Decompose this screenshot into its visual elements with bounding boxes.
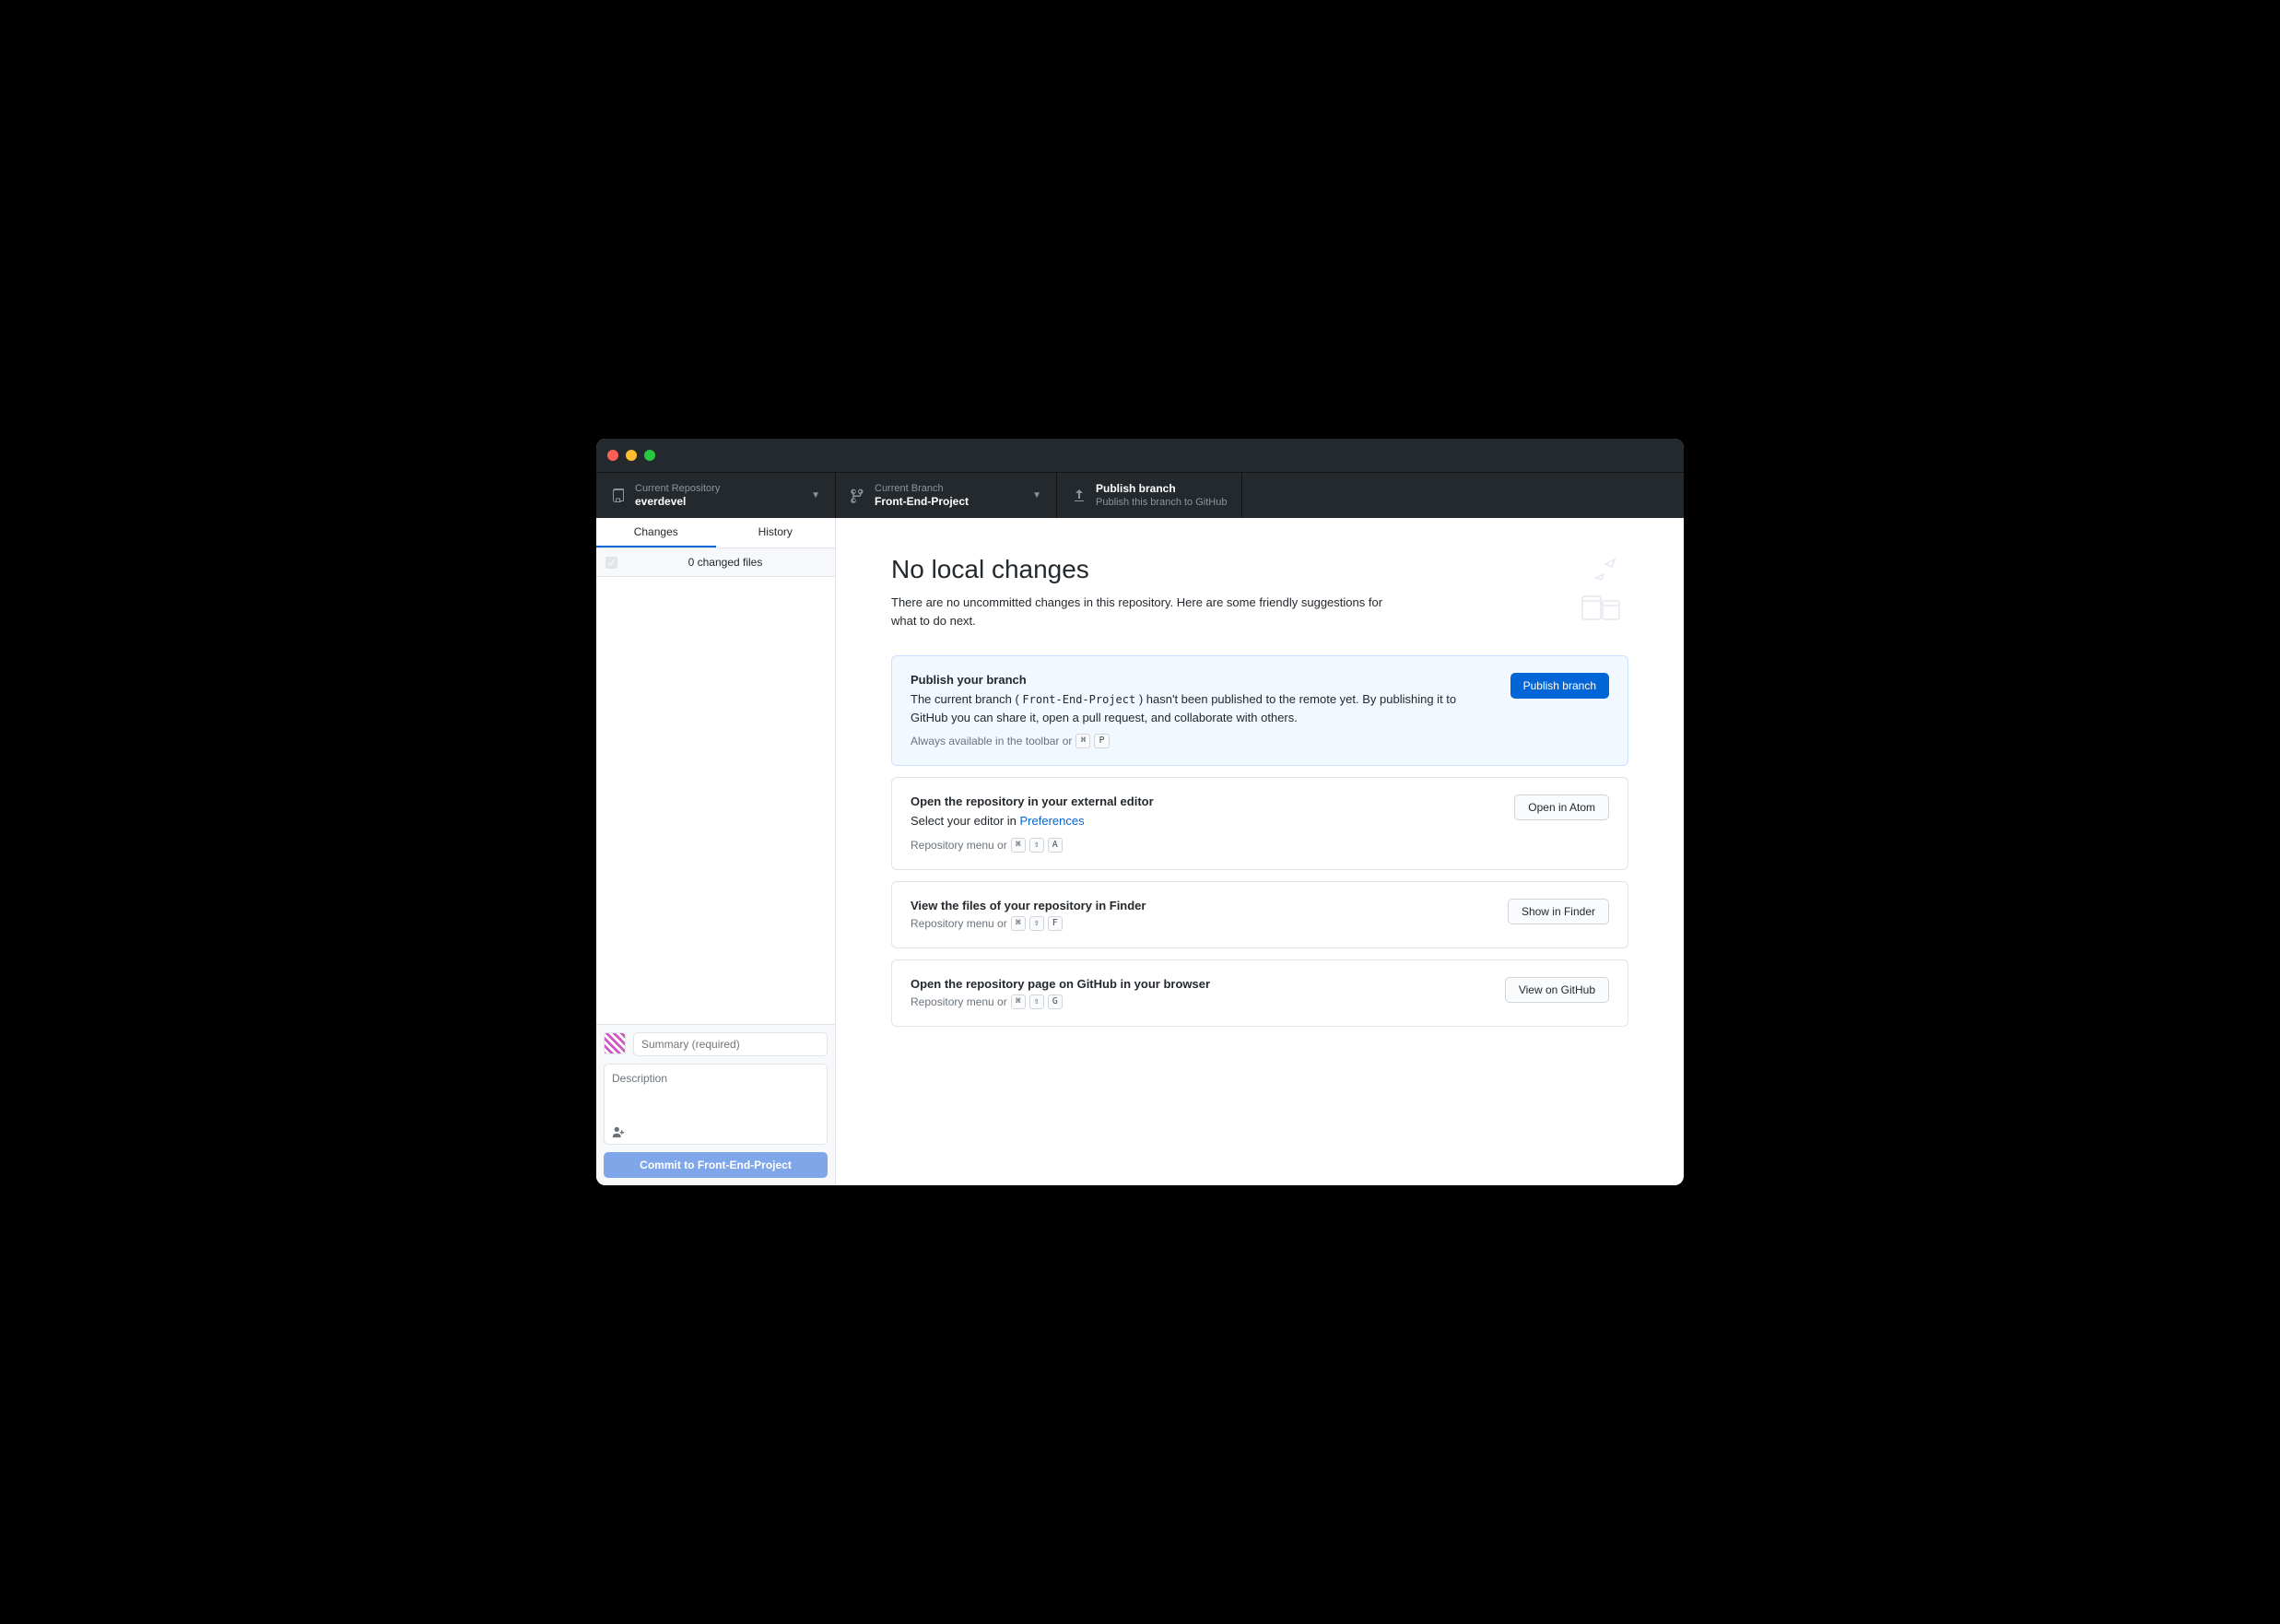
view-github-card: Open the repository page on GitHub in yo… [891,959,1628,1027]
kbd-a: A [1048,838,1063,853]
changes-count: 0 changed files [625,556,826,569]
kbd-p: P [1094,734,1109,748]
hero-illustration [1555,555,1628,629]
card-title: View the files of your repository in Fin… [911,899,1489,912]
kbd-g: G [1048,994,1063,1009]
sidebar-tabs: Changes History [596,518,835,548]
commit-button[interactable]: Commit to Front-End-Project [604,1152,828,1178]
current-branch-selector[interactable]: Current Branch Front-End-Project ▼ [836,473,1057,518]
open-in-atom-button[interactable]: Open in Atom [1514,794,1609,820]
tab-changes[interactable]: Changes [596,518,716,547]
add-coauthor-icon[interactable] [612,1125,625,1138]
card-title: Open the repository page on GitHub in yo… [911,977,1487,991]
kbd-cmd: ⌘ [1075,734,1090,748]
tab-history[interactable]: History [716,518,836,547]
maximize-window-button[interactable] [644,450,655,461]
branch-value: Front-End-Project [875,495,1023,510]
publish-branch-button[interactable]: Publish branch [1510,673,1609,699]
kbd-shift: ⇧ [1029,994,1044,1009]
branch-label: Current Branch [875,482,1023,495]
show-in-finder-button[interactable]: Show in Finder [1508,899,1609,924]
changes-header: 0 changed files [596,548,835,577]
push-icon [1072,488,1087,503]
close-window-button[interactable] [607,450,618,461]
select-all-checkbox[interactable] [605,557,617,569]
kbd-cmd: ⌘ [1011,916,1026,931]
branch-icon [851,488,865,503]
card-desc: The current branch ( Front-End-Project )… [911,690,1492,726]
description-input[interactable]: Description [604,1064,828,1145]
card-desc: Select your editor in Preferences [911,812,1496,830]
repo-label: Current Repository [635,482,802,495]
sidebar: Changes History 0 changed files Descript… [596,518,836,1185]
card-title: Open the repository in your external edi… [911,794,1496,808]
repo-text: Current Repository everdevel [635,482,802,510]
card-hint: Repository menu or ⌘ ⇧ A [911,838,1496,853]
view-on-github-button[interactable]: View on GitHub [1505,977,1609,1003]
branch-text: Current Branch Front-End-Project [875,482,1023,510]
publish-branch-card: Publish your branch The current branch (… [891,655,1628,766]
content: No local changes There are no uncommitte… [836,518,1684,1185]
publish-label: Publish branch [1096,482,1227,497]
kbd-cmd: ⌘ [1011,838,1026,853]
toolbar: Current Repository everdevel ▼ Current B… [596,472,1684,518]
preferences-link[interactable]: Preferences [1020,814,1085,828]
minimize-window-button[interactable] [626,450,637,461]
kbd-cmd: ⌘ [1011,994,1026,1009]
avatar [604,1032,626,1054]
card-title: Publish your branch [911,673,1492,687]
repo-value: everdevel [635,495,802,510]
commit-area: Description Commit to Front-End-Project [596,1024,835,1185]
hero: No local changes There are no uncommitte… [891,555,1628,630]
page-title: No local changes [891,555,1628,584]
chevron-down-icon: ▼ [1032,490,1041,500]
chevron-down-icon: ▼ [811,490,820,500]
publish-text: Publish branch Publish this branch to Gi… [1096,482,1227,510]
card-hint: Always available in the toolbar or ⌘ P [911,734,1492,748]
open-editor-card: Open the repository in your external edi… [891,777,1628,870]
page-subtitle: There are no uncommitted changes in this… [891,594,1407,630]
summary-input[interactable] [633,1032,828,1056]
show-finder-card: View the files of your repository in Fin… [891,881,1628,948]
current-repository-selector[interactable]: Current Repository everdevel ▼ [596,473,836,518]
card-hint: Repository menu or ⌘ ⇧ G [911,994,1487,1009]
description-placeholder: Description [612,1072,667,1085]
publish-branch-toolbar-button[interactable]: Publish branch Publish this branch to Gi… [1057,473,1242,518]
changes-list-empty [596,577,835,1024]
kbd-shift: ⇧ [1029,916,1044,931]
commit-prefix: Commit to [640,1159,698,1171]
body: Changes History 0 changed files Descript… [596,518,1684,1185]
publish-desc: Publish this branch to GitHub [1096,496,1227,509]
commit-branch: Front-End-Project [698,1159,792,1171]
titlebar [596,439,1684,472]
kbd-shift: ⇧ [1029,838,1044,853]
repo-icon [611,488,626,503]
app-window: Current Repository everdevel ▼ Current B… [596,439,1684,1185]
kbd-f: F [1048,916,1063,931]
card-hint: Repository menu or ⌘ ⇧ F [911,916,1489,931]
